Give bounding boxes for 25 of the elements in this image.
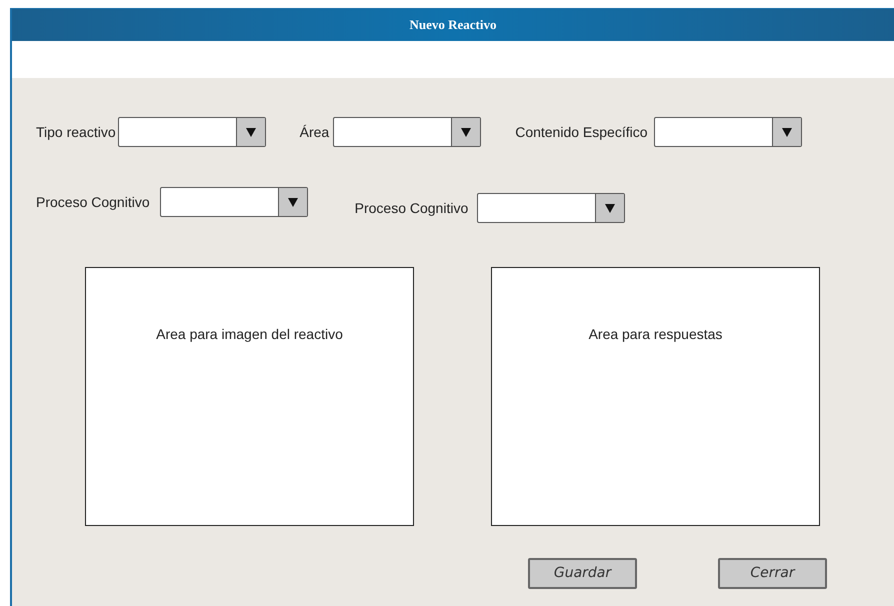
save-button[interactable]: Guardar bbox=[528, 558, 637, 589]
field-label: Proceso Cognitivo bbox=[354, 198, 468, 218]
field-label: Área bbox=[300, 122, 330, 142]
dropdown-button[interactable] bbox=[595, 194, 624, 222]
caret-icon bbox=[782, 128, 792, 136]
dropdown[interactable] bbox=[333, 117, 482, 147]
field-label: Proceso Cognitivo bbox=[36, 192, 150, 212]
dropdown[interactable] bbox=[654, 117, 802, 147]
caret-icon bbox=[461, 128, 472, 136]
dropdown-button[interactable] bbox=[772, 118, 801, 146]
area-label: Area para imagen del reactivo bbox=[156, 325, 343, 342]
area-label: Area para respuestas bbox=[588, 325, 722, 342]
dropdown[interactable] bbox=[477, 193, 626, 223]
dropdown-button[interactable] bbox=[236, 118, 265, 146]
caret-icon bbox=[605, 204, 616, 212]
dropdown[interactable] bbox=[160, 187, 308, 217]
field-label: Contenido Específico bbox=[515, 122, 648, 142]
dropdown[interactable] bbox=[118, 117, 266, 147]
caret-icon bbox=[246, 128, 256, 136]
dropdown-button[interactable] bbox=[278, 188, 307, 216]
close-button[interactable]: Cerrar bbox=[718, 558, 827, 589]
dropdown-button[interactable] bbox=[451, 118, 480, 146]
caret-icon bbox=[288, 198, 298, 206]
window-title: Nuevo Reactivo bbox=[409, 16, 496, 34]
field-label: Tipo reactivo bbox=[36, 122, 116, 142]
